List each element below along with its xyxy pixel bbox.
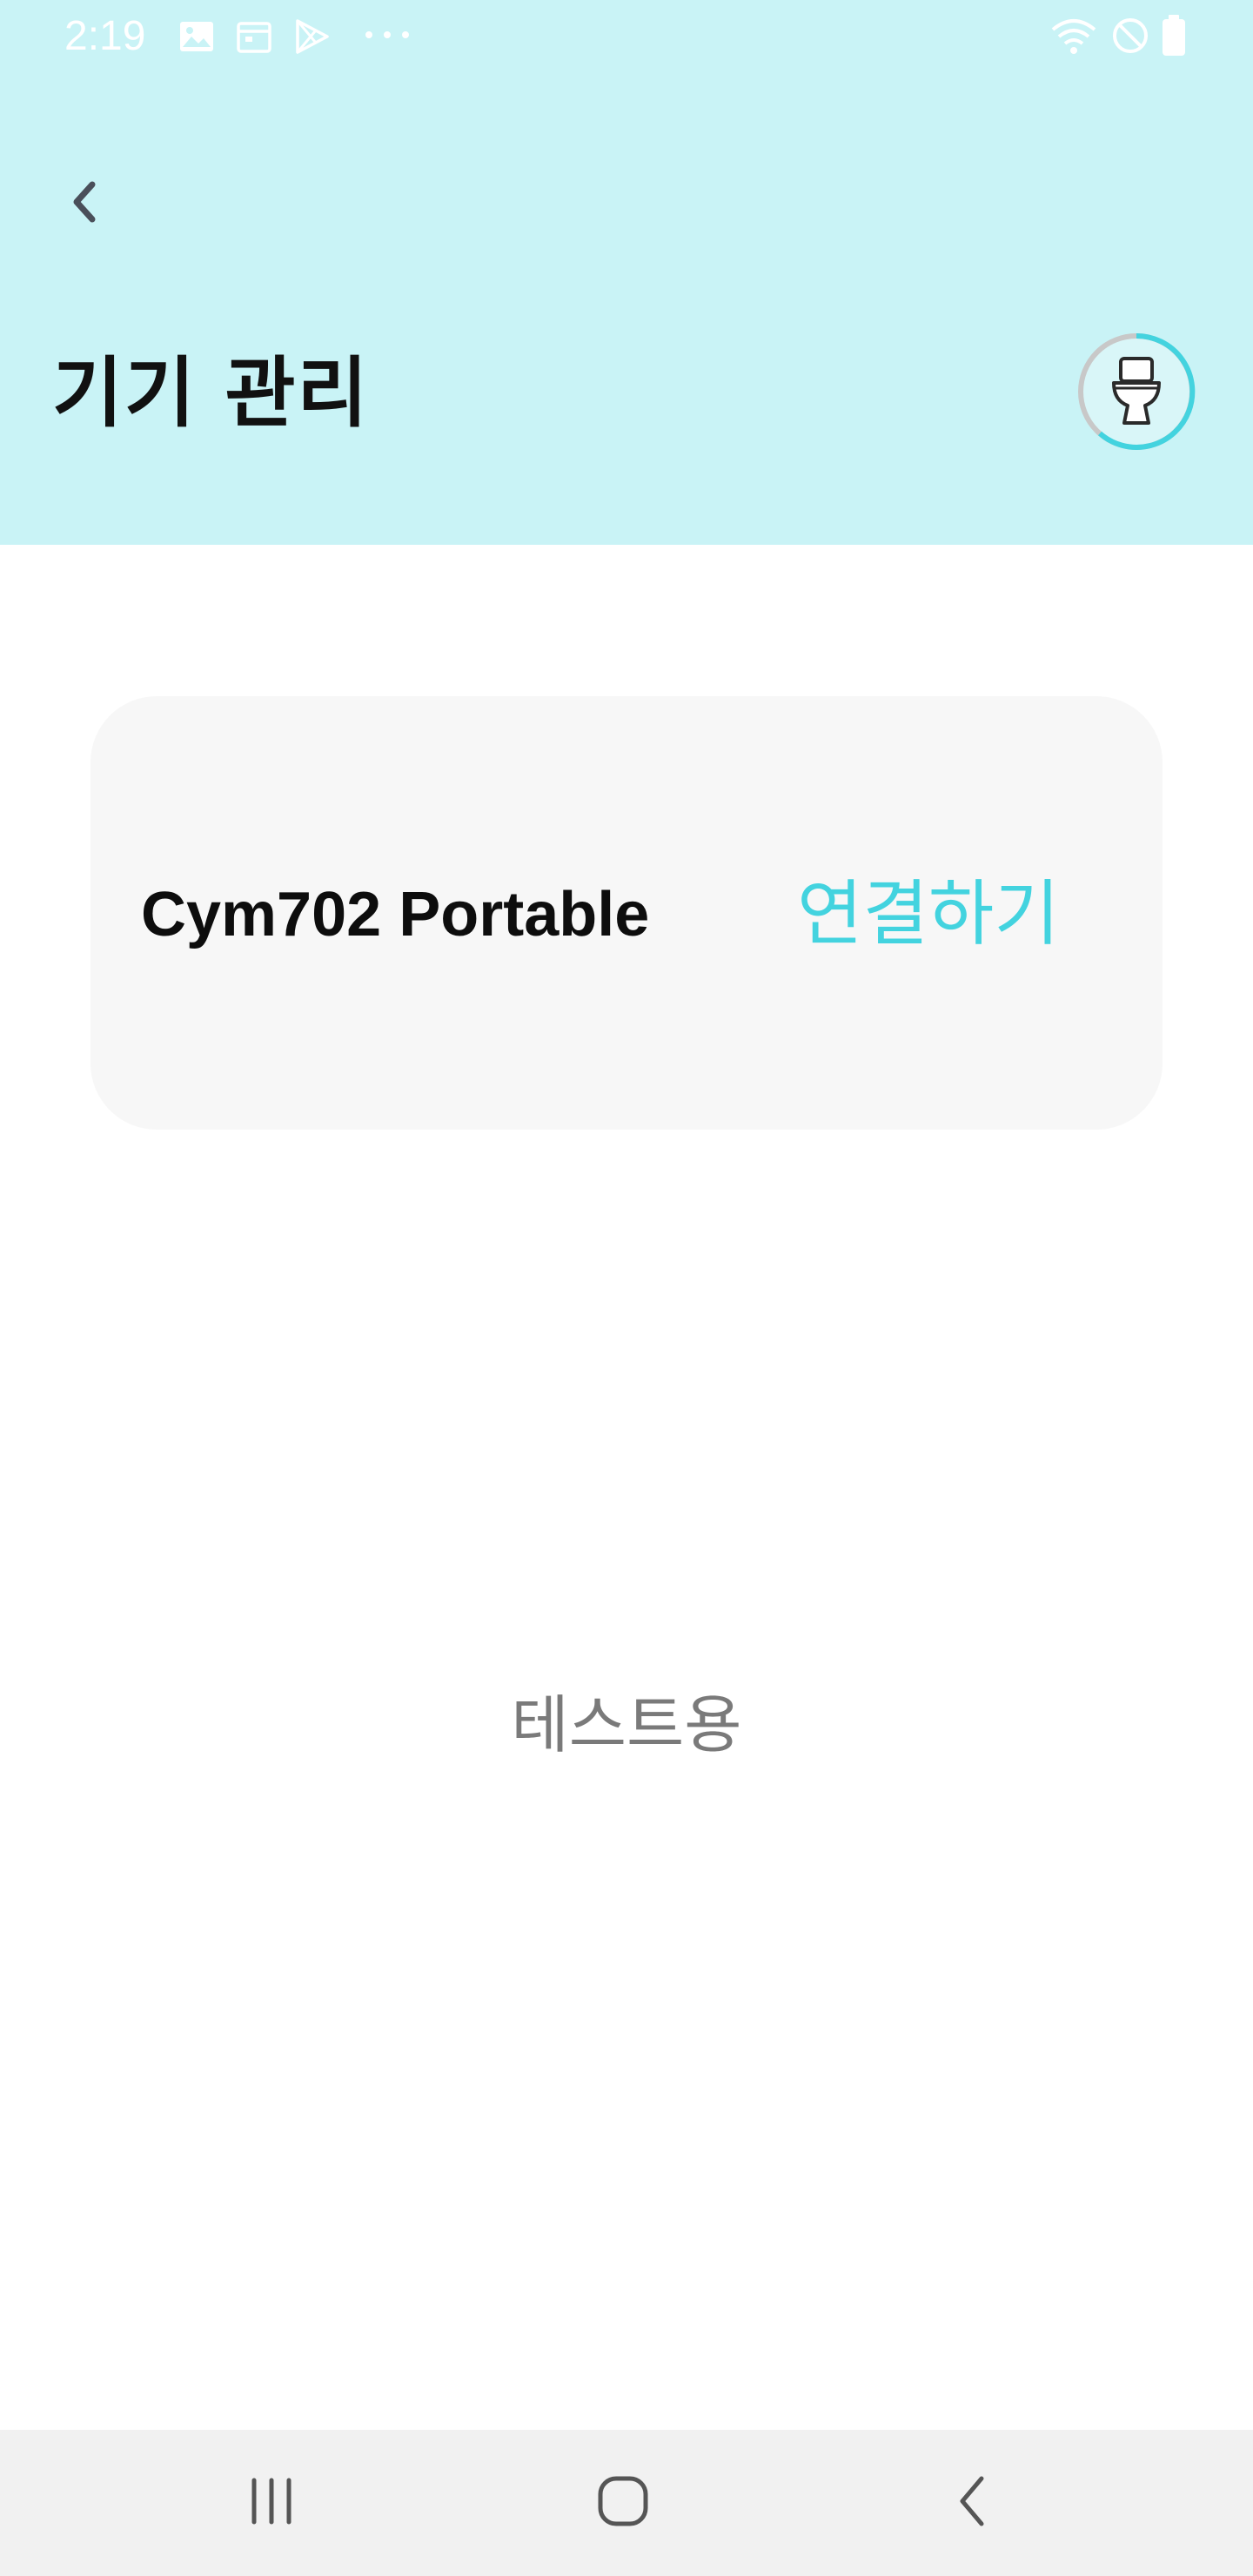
calendar-icon xyxy=(235,17,273,59)
wifi-icon xyxy=(1051,16,1096,61)
play-store-icon xyxy=(292,17,332,59)
back-button[interactable] xyxy=(56,171,115,237)
device-name: Cym702 Portable xyxy=(141,880,650,949)
chevron-left-icon xyxy=(68,178,103,230)
home-button[interactable] xyxy=(571,2459,675,2546)
home-icon xyxy=(595,2473,651,2532)
device-avatar[interactable] xyxy=(1075,331,1197,453)
back-icon xyxy=(954,2473,992,2532)
screen: 2:19 기기 관리 Cym702 Portable 연결하기 테스트용 xyxy=(0,0,1253,2576)
recent-apps-icon xyxy=(245,2477,298,2529)
navigation-bar xyxy=(0,2430,1253,2576)
device-card: Cym702 Portable 연결하기 xyxy=(90,696,1163,1130)
header: 2:19 기기 관리 xyxy=(0,0,1253,545)
gallery-icon xyxy=(178,17,216,59)
more-dots-icon xyxy=(364,28,411,45)
test-label: 테스트용 xyxy=(511,1688,742,1761)
page-title: 기기 관리 xyxy=(52,348,370,438)
status-time: 2:19 xyxy=(64,13,146,59)
status-bar: 2:19 xyxy=(0,0,1253,75)
recent-apps-button[interactable] xyxy=(219,2459,324,2546)
do-not-disturb-icon xyxy=(1110,16,1150,59)
connect-button[interactable]: 연결하기 xyxy=(797,867,1060,963)
battery-icon xyxy=(1161,14,1187,61)
system-back-button[interactable] xyxy=(921,2459,1025,2546)
